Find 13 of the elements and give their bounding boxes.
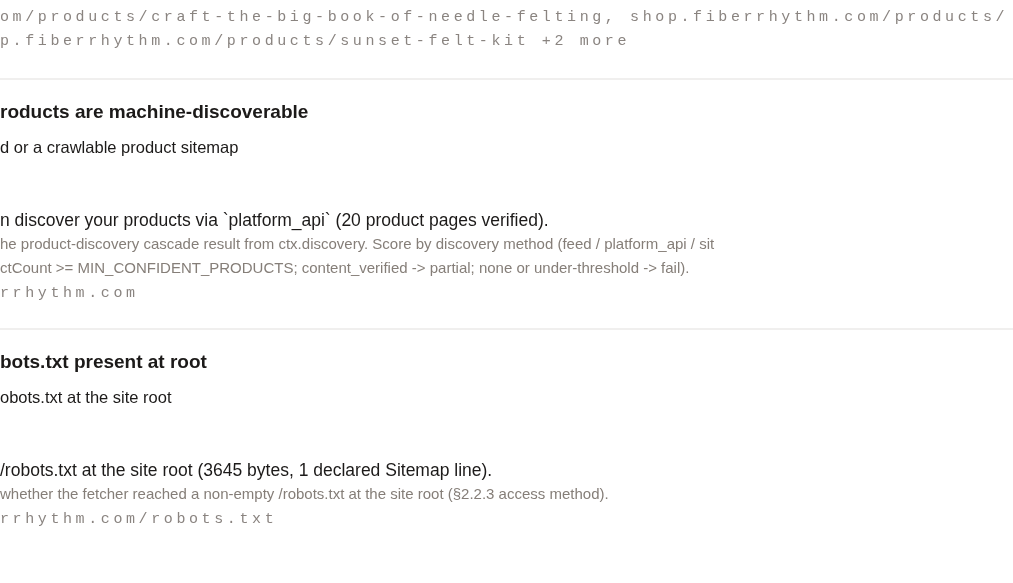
method-text: ctCount >= MIN_CONFIDENT_PRODUCTS; content_verified -> partial; none or under-threshold -> fail). — [0, 258, 690, 278]
check-description: obots.txt at the site root — [0, 387, 172, 408]
evidence-url-text: om/products/craft-the-big-book-of-needle-felting, shop.fiberrhythm.com/products/ — [0, 8, 1009, 28]
evidence-url-text: p.fiberrhythm.com/products/sunset-felt-kit +2 more — [0, 32, 631, 52]
check-title: bots.txt present at root — [0, 350, 207, 374]
method-text: whether the fetcher reached a non-empty /robots.txt at the site root (§2.2.3 access method). — [0, 484, 609, 504]
check-result: n discover your products via `platform_api` (20 product pages verified). — [0, 209, 549, 232]
evidence-url-text: rrhythm.com — [0, 284, 139, 304]
check-description: d or a crawlable product sitemap — [0, 137, 239, 158]
check-title: roducts are machine-discoverable — [0, 100, 309, 124]
method-text: he product-discovery cascade result from ctx.discovery. Score by discovery method (feed / platform_api / sit — [0, 234, 715, 254]
evidence-url-text: rrhythm.com/robots.txt — [0, 510, 278, 530]
check-result: /robots.txt at the site root (3645 bytes, 1 declared Sitemap line). — [0, 459, 493, 482]
